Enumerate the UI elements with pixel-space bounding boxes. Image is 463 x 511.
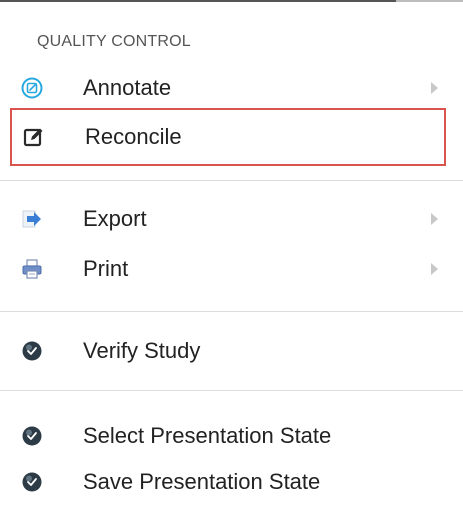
menu-item-label: Annotate [83,75,172,100]
menu-item-reconcile[interactable]: Reconcile [10,108,446,166]
annotate-icon [10,64,50,112]
menu-item-export[interactable]: Export [10,195,446,243]
menu-item-verify-study[interactable]: Verify Study [10,327,446,375]
edit-icon [12,110,52,164]
menu-item-print[interactable]: Print [10,245,446,293]
menu-item-label: Save Presentation State [83,469,321,494]
menu-item-label: Select Presentation State [83,423,332,448]
menu-divider [0,311,463,312]
menu-item-select-presentation-state[interactable]: Select Presentation State [10,412,446,460]
chevron-right-icon [431,82,438,94]
chevron-right-icon [431,263,438,275]
quality-control-menu: QUALITY CONTROL Annotate Reconcile Expor… [0,0,463,511]
section-title: QUALITY CONTROL [37,33,191,50]
menu-item-annotate[interactable]: Annotate [10,64,446,112]
export-arrow-icon [10,195,50,243]
presentation-state-icon [10,412,50,460]
menu-item-save-presentation-state[interactable]: Save Presentation State [10,458,446,506]
menu-item-label: Export [83,206,147,231]
chevron-right-icon [431,213,438,225]
menu-item-label: Reconcile [85,124,182,149]
presentation-state-icon [10,458,50,506]
verify-icon [10,327,50,375]
menu-item-label: Verify Study [83,338,201,363]
menu-divider [0,390,463,391]
menu-item-label: Print [83,256,129,281]
menu-divider [0,180,463,181]
printer-icon [10,245,50,293]
